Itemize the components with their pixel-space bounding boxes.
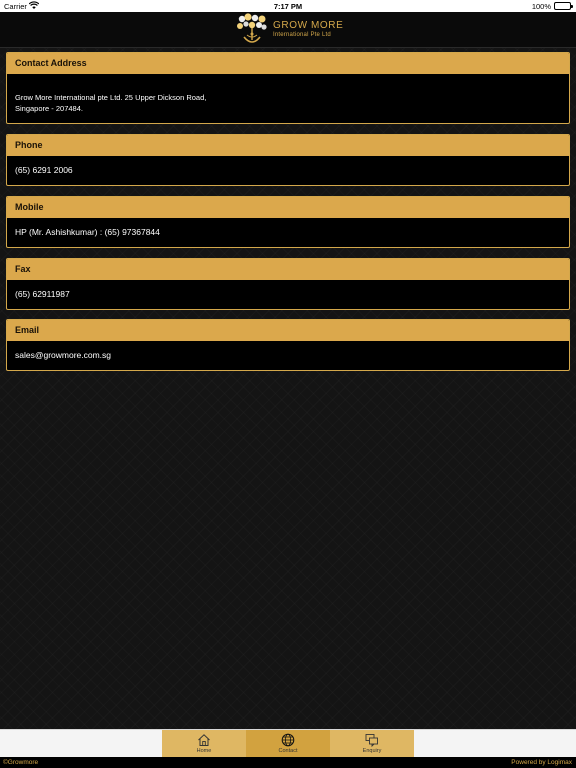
chat-bubbles-icon	[365, 733, 379, 748]
email-card: Email sales@growmore.com.sg	[6, 319, 570, 371]
fax-number[interactable]: (65) 62911987	[7, 280, 569, 309]
brand-title: GROW MORE	[273, 20, 344, 31]
contact-address-card: Contact Address Grow More International …	[6, 52, 570, 124]
home-icon	[197, 733, 211, 747]
clock: 7:17 PM	[273, 2, 303, 11]
card-title: Fax	[7, 259, 569, 280]
app-header: GROW MORE International Pte Ltd	[0, 12, 576, 48]
brand-subtitle: International Pte Ltd	[273, 32, 331, 38]
battery-percentage: 100%	[531, 2, 551, 11]
card-title: Mobile	[7, 197, 569, 218]
tab-enquiry-label: Enquiry	[362, 748, 382, 754]
address-line-2: Singapore - 207484.	[15, 103, 83, 113]
globe-icon	[281, 733, 295, 747]
card-title: Email	[7, 320, 569, 341]
tab-contact[interactable]: Contact	[246, 730, 330, 758]
copyright-text: ©Growmore	[3, 759, 39, 766]
card-title: Phone	[7, 135, 569, 156]
tab-home[interactable]: Home	[162, 730, 246, 758]
phone-number[interactable]: (65) 6291 2006	[7, 156, 569, 185]
fax-card: Fax (65) 62911987	[6, 258, 570, 310]
tab-contact-label: Contact	[278, 748, 298, 754]
card-title: Contact Address	[7, 53, 569, 74]
battery-icon	[554, 2, 573, 10]
brand-name: GROW MORE International Pte Ltd	[273, 21, 343, 39]
email-address[interactable]: sales@growmore.com.sg	[7, 341, 569, 370]
address-text[interactable]: Grow More International pte Ltd. 25 Uppe…	[7, 74, 569, 123]
tab-bar: Home Contact Enquiry	[0, 729, 576, 758]
mobile-card: Mobile HP (Mr. Ashishkumar) : (65) 97367…	[6, 196, 570, 248]
tab-home-label: Home	[196, 748, 212, 754]
tab-enquiry[interactable]: Enquiry	[330, 730, 414, 758]
phone-card: Phone (65) 6291 2006	[6, 134, 570, 186]
footer: ©Growmore Powered by Logimax	[0, 757, 576, 768]
status-bar: Carrier 7:17 PM 100%	[0, 0, 576, 12]
mobile-number[interactable]: HP (Mr. Ashishkumar) : (65) 97367844	[7, 218, 569, 247]
address-line-1: Grow More International pte Ltd. 25 Uppe…	[15, 93, 207, 102]
powered-by-link[interactable]: Powered by Logimax	[511, 757, 572, 768]
growmore-logo-icon	[234, 13, 270, 47]
